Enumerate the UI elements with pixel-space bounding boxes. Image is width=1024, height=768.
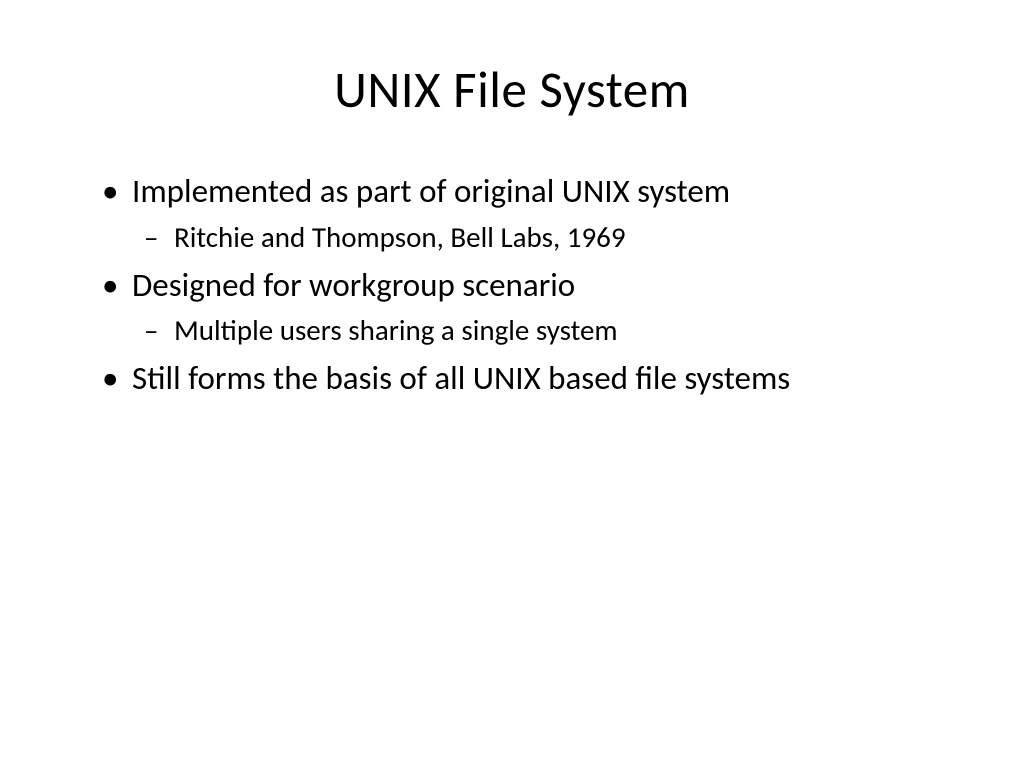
slide-container: UNIX File System Implemented as part of … bbox=[0, 0, 1024, 768]
bullet-text: Still forms the basis of all UNIX based … bbox=[132, 358, 790, 398]
bullet-item: Still forms the basis of all UNIX based … bbox=[90, 356, 934, 401]
sub-bullet-item: Ritchie and Thompson, Bell Labs, 1969 bbox=[132, 218, 934, 257]
bullet-item: Implemented as part of original UNIX sys… bbox=[90, 169, 934, 257]
bullet-text: Implemented as part of original UNIX sys… bbox=[132, 171, 730, 211]
bullet-list: Implemented as part of original UNIX sys… bbox=[90, 169, 934, 401]
sub-bullet-list: Multiple users sharing a single system bbox=[132, 311, 934, 350]
sub-bullet-text: Multiple users sharing a single system bbox=[174, 312, 618, 348]
slide-title: UNIX File System bbox=[90, 58, 934, 121]
sub-bullet-text: Ritchie and Thompson, Bell Labs, 1969 bbox=[174, 219, 626, 255]
sub-bullet-list: Ritchie and Thompson, Bell Labs, 1969 bbox=[132, 218, 934, 257]
sub-bullet-item: Multiple users sharing a single system bbox=[132, 311, 934, 350]
slide-content: Implemented as part of original UNIX sys… bbox=[90, 169, 934, 401]
bullet-item: Designed for workgroup scenario Multiple… bbox=[90, 263, 934, 351]
bullet-text: Designed for workgroup scenario bbox=[132, 265, 575, 305]
